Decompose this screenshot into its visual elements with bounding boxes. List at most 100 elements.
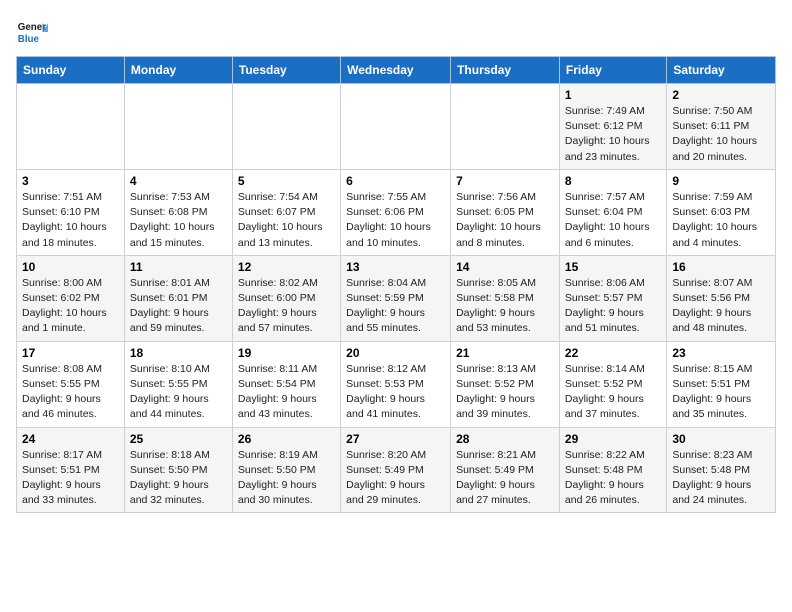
column-header-saturday: Saturday: [667, 57, 776, 84]
day-info: Sunrise: 7:54 AM Sunset: 6:07 PM Dayligh…: [238, 190, 335, 251]
calendar-cell: 28 Sunrise: 8:21 AM Sunset: 5:49 PM Dayli…: [451, 427, 560, 513]
day-info: Sunrise: 8:21 AM Sunset: 5:49 PM Dayligh…: [456, 448, 554, 509]
column-header-thursday: Thursday: [451, 57, 560, 84]
calendar-cell: 9 Sunrise: 7:59 AM Sunset: 6:03 PM Daylig…: [667, 169, 776, 255]
day-info: Sunrise: 7:59 AM Sunset: 6:03 PM Dayligh…: [672, 190, 770, 251]
day-number: 26: [238, 432, 335, 446]
day-number: 12: [238, 260, 335, 274]
logo: General Blue: [16, 16, 48, 48]
column-header-wednesday: Wednesday: [341, 57, 451, 84]
calendar-cell: 23 Sunrise: 8:15 AM Sunset: 5:51 PM Dayli…: [667, 341, 776, 427]
calendar-cell: 19 Sunrise: 8:11 AM Sunset: 5:54 PM Dayli…: [232, 341, 340, 427]
day-info: Sunrise: 7:51 AM Sunset: 6:10 PM Dayligh…: [22, 190, 119, 251]
day-info: Sunrise: 8:00 AM Sunset: 6:02 PM Dayligh…: [22, 276, 119, 337]
day-number: 28: [456, 432, 554, 446]
calendar-cell: 3 Sunrise: 7:51 AM Sunset: 6:10 PM Daylig…: [17, 169, 125, 255]
calendar-table: SundayMondayTuesdayWednesdayThursdayFrid…: [16, 56, 776, 513]
day-number: 2: [672, 88, 770, 102]
day-number: 8: [565, 174, 661, 188]
day-info: Sunrise: 8:02 AM Sunset: 6:00 PM Dayligh…: [238, 276, 335, 337]
day-info: Sunrise: 8:22 AM Sunset: 5:48 PM Dayligh…: [565, 448, 661, 509]
day-number: 21: [456, 346, 554, 360]
calendar-cell: [17, 84, 125, 170]
logo-icon: General Blue: [16, 16, 48, 48]
day-number: 16: [672, 260, 770, 274]
day-number: 30: [672, 432, 770, 446]
day-number: 13: [346, 260, 445, 274]
calendar-cell: 21 Sunrise: 8:13 AM Sunset: 5:52 PM Dayli…: [451, 341, 560, 427]
calendar-cell: 10Sunrise: 8:00 AM Sunset: 6:02 PM Dayli…: [17, 255, 125, 341]
page-header: General Blue: [16, 16, 776, 48]
day-info: Sunrise: 7:53 AM Sunset: 6:08 PM Dayligh…: [130, 190, 227, 251]
calendar-cell: [451, 84, 560, 170]
day-info: Sunrise: 8:23 AM Sunset: 5:48 PM Dayligh…: [672, 448, 770, 509]
calendar-cell: [124, 84, 232, 170]
day-number: 25: [130, 432, 227, 446]
calendar-cell: 7Sunrise: 7:56 AM Sunset: 6:05 PM Daylig…: [451, 169, 560, 255]
calendar-cell: 8 Sunrise: 7:57 AM Sunset: 6:04 PM Daylig…: [559, 169, 666, 255]
calendar-cell: 2Sunrise: 7:50 AM Sunset: 6:11 PM Daylig…: [667, 84, 776, 170]
day-info: Sunrise: 8:17 AM Sunset: 5:51 PM Dayligh…: [22, 448, 119, 509]
calendar-cell: 22 Sunrise: 8:14 AM Sunset: 5:52 PM Dayli…: [559, 341, 666, 427]
calendar-cell: 24 Sunrise: 8:17 AM Sunset: 5:51 PM Dayli…: [17, 427, 125, 513]
calendar-cell: 1 Sunrise: 7:49 AM Sunset: 6:12 PM Daylig…: [559, 84, 666, 170]
day-number: 19: [238, 346, 335, 360]
calendar-cell: 16 Sunrise: 8:07 AM Sunset: 5:56 PM Dayli…: [667, 255, 776, 341]
day-info: Sunrise: 8:11 AM Sunset: 5:54 PM Dayligh…: [238, 362, 335, 423]
day-info: Sunrise: 8:19 AM Sunset: 5:50 PM Dayligh…: [238, 448, 335, 509]
day-info: Sunrise: 8:04 AM Sunset: 5:59 PM Dayligh…: [346, 276, 445, 337]
day-number: 23: [672, 346, 770, 360]
day-number: 3: [22, 174, 119, 188]
calendar-cell: 11Sunrise: 8:01 AM Sunset: 6:01 PM Dayli…: [124, 255, 232, 341]
calendar-cell: 5 Sunrise: 7:54 AM Sunset: 6:07 PM Daylig…: [232, 169, 340, 255]
day-info: Sunrise: 8:14 AM Sunset: 5:52 PM Dayligh…: [565, 362, 661, 423]
day-number: 1: [565, 88, 661, 102]
calendar-cell: 26 Sunrise: 8:19 AM Sunset: 5:50 PM Dayli…: [232, 427, 340, 513]
day-number: 6: [346, 174, 445, 188]
calendar-cell: 14 Sunrise: 8:05 AM Sunset: 5:58 PM Dayli…: [451, 255, 560, 341]
calendar-cell: 13 Sunrise: 8:04 AM Sunset: 5:59 PM Dayli…: [341, 255, 451, 341]
day-info: Sunrise: 8:07 AM Sunset: 5:56 PM Dayligh…: [672, 276, 770, 337]
calendar-cell: [341, 84, 451, 170]
day-info: Sunrise: 8:05 AM Sunset: 5:58 PM Dayligh…: [456, 276, 554, 337]
day-info: Sunrise: 7:55 AM Sunset: 6:06 PM Dayligh…: [346, 190, 445, 251]
day-number: 27: [346, 432, 445, 446]
day-number: 18: [130, 346, 227, 360]
calendar-cell: 17 Sunrise: 8:08 AM Sunset: 5:55 PM Dayli…: [17, 341, 125, 427]
day-number: 29: [565, 432, 661, 446]
day-number: 22: [565, 346, 661, 360]
svg-text:Blue: Blue: [18, 34, 40, 45]
column-header-tuesday: Tuesday: [232, 57, 340, 84]
day-info: Sunrise: 8:10 AM Sunset: 5:55 PM Dayligh…: [130, 362, 227, 423]
day-number: 20: [346, 346, 445, 360]
day-info: Sunrise: 8:15 AM Sunset: 5:51 PM Dayligh…: [672, 362, 770, 423]
calendar-cell: 4 Sunrise: 7:53 AM Sunset: 6:08 PM Daylig…: [124, 169, 232, 255]
day-number: 24: [22, 432, 119, 446]
calendar-cell: 27 Sunrise: 8:20 AM Sunset: 5:49 PM Dayli…: [341, 427, 451, 513]
day-number: 4: [130, 174, 227, 188]
day-info: Sunrise: 8:12 AM Sunset: 5:53 PM Dayligh…: [346, 362, 445, 423]
day-info: Sunrise: 8:08 AM Sunset: 5:55 PM Dayligh…: [22, 362, 119, 423]
day-info: Sunrise: 7:57 AM Sunset: 6:04 PM Dayligh…: [565, 190, 661, 251]
calendar-cell: 25 Sunrise: 8:18 AM Sunset: 5:50 PM Dayli…: [124, 427, 232, 513]
day-info: Sunrise: 8:13 AM Sunset: 5:52 PM Dayligh…: [456, 362, 554, 423]
column-header-monday: Monday: [124, 57, 232, 84]
day-info: Sunrise: 8:18 AM Sunset: 5:50 PM Dayligh…: [130, 448, 227, 509]
day-info: Sunrise: 8:20 AM Sunset: 5:49 PM Dayligh…: [346, 448, 445, 509]
calendar-cell: 20 Sunrise: 8:12 AM Sunset: 5:53 PM Dayli…: [341, 341, 451, 427]
day-number: 17: [22, 346, 119, 360]
calendar-cell: 12 Sunrise: 8:02 AM Sunset: 6:00 PM Dayli…: [232, 255, 340, 341]
day-info: Sunrise: 7:49 AM Sunset: 6:12 PM Dayligh…: [565, 104, 661, 165]
calendar-cell: [232, 84, 340, 170]
day-number: 15: [565, 260, 661, 274]
calendar-cell: 18 Sunrise: 8:10 AM Sunset: 5:55 PM Dayli…: [124, 341, 232, 427]
day-number: 9: [672, 174, 770, 188]
day-number: 5: [238, 174, 335, 188]
calendar-cell: 15 Sunrise: 8:06 AM Sunset: 5:57 PM Dayli…: [559, 255, 666, 341]
day-number: 14: [456, 260, 554, 274]
column-header-sunday: Sunday: [17, 57, 125, 84]
column-header-friday: Friday: [559, 57, 666, 84]
calendar-cell: 6 Sunrise: 7:55 AM Sunset: 6:06 PM Daylig…: [341, 169, 451, 255]
day-info: Sunrise: 8:06 AM Sunset: 5:57 PM Dayligh…: [565, 276, 661, 337]
day-number: 7: [456, 174, 554, 188]
